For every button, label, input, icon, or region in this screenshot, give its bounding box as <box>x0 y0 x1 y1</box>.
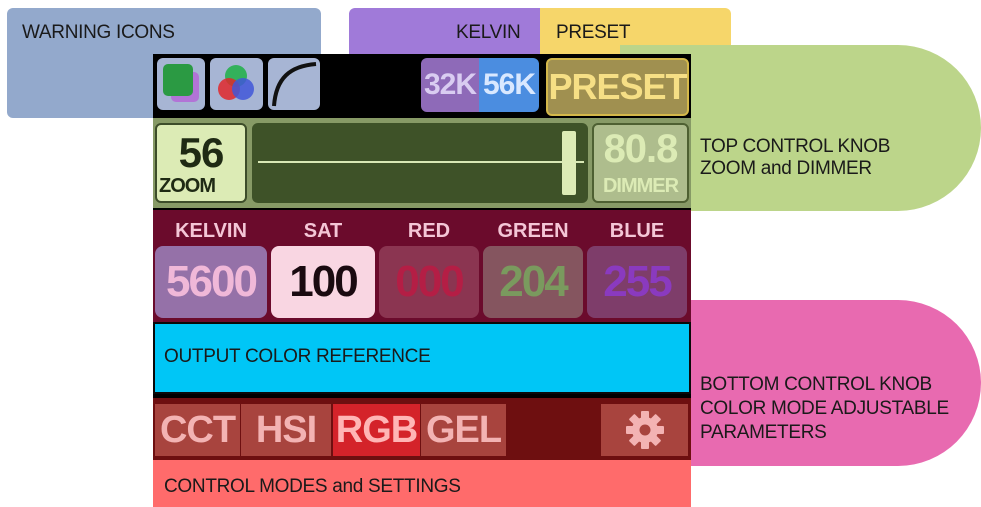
dimmer-label: DIMMER <box>602 175 679 197</box>
settings-button[interactable] <box>601 404 688 456</box>
bottom-knob-annotation-line2: COLOR MODE ADJUSTABLE <box>700 398 949 419</box>
mode-rgb-button[interactable]: RGB <box>333 404 420 456</box>
zoom-slider-handle[interactable] <box>562 131 576 195</box>
kelvin-56k-button[interactable]: 56K <box>479 58 539 112</box>
param-header-sat: SAT <box>303 220 343 242</box>
kelvin-32k-button[interactable]: 32K <box>421 58 479 112</box>
param-value-blue[interactable]: 255 <box>587 246 687 318</box>
param-header-green: GREEN <box>497 220 569 242</box>
top-knob-annotation-line1: TOP CONTROL KNOB <box>700 136 891 157</box>
zoom-label: ZOOM <box>159 175 216 197</box>
dimmer-curve-icon <box>272 62 317 107</box>
mode-gel-button[interactable]: GEL <box>421 404 506 456</box>
bottom-knob-annotation-line1: BOTTOM CONTROL KNOB <box>700 374 932 395</box>
kelvin-56k-label: 56K <box>482 68 536 101</box>
rgb-mix-warning[interactable] <box>210 58 263 110</box>
warning-icons-annotation: WARNING ICONS <box>22 22 175 43</box>
rgb-mix-icon <box>218 65 254 100</box>
param-value-red[interactable]: 000 <box>379 246 479 318</box>
param-header-red: RED <box>407 220 451 242</box>
dimmer-value: 80.8 <box>603 127 679 171</box>
preset-label: PRESET <box>548 66 687 107</box>
preset-annotation: PRESET <box>556 22 631 43</box>
bottom-knob-annotation-line3: PARAMETERS <box>700 422 827 443</box>
preset-button[interactable]: PRESET <box>546 58 689 116</box>
param-value-green[interactable]: 204 <box>483 246 583 318</box>
mode-cct-button[interactable]: CCT <box>155 404 240 456</box>
zoom-readout[interactable]: 56 ZOOM <box>155 123 247 203</box>
top-knob-annotation-line2: ZOOM and DIMMER <box>700 158 872 179</box>
param-value-kelvin[interactable]: 5600 <box>155 246 267 318</box>
gear-icon <box>625 411 664 449</box>
param-header-blue: BLUE <box>609 220 665 242</box>
zoom-slider-line <box>258 161 584 163</box>
param-value-sat[interactable]: 100 <box>271 246 375 318</box>
color-gamut-warning[interactable] <box>157 58 205 110</box>
zoom-slider-track[interactable] <box>252 123 588 203</box>
dimmer-readout[interactable]: 80.8 DIMMER <box>592 123 689 203</box>
zoom-value: 56 <box>178 129 225 176</box>
kelvin-annotation: KELVIN <box>456 22 521 43</box>
control-modes-annotation: CONTROL MODES and SETTINGS <box>164 476 461 497</box>
output-color-reference-label: OUTPUT COLOR REFERENCE <box>164 346 431 367</box>
kelvin-32k-label: 32K <box>423 68 477 101</box>
dimmer-curve-warning[interactable] <box>268 58 320 110</box>
color-gamut-icon <box>163 64 199 102</box>
mode-hsi-button[interactable]: HSI <box>241 404 331 456</box>
param-header-kelvin: KELVIN <box>175 220 247 242</box>
